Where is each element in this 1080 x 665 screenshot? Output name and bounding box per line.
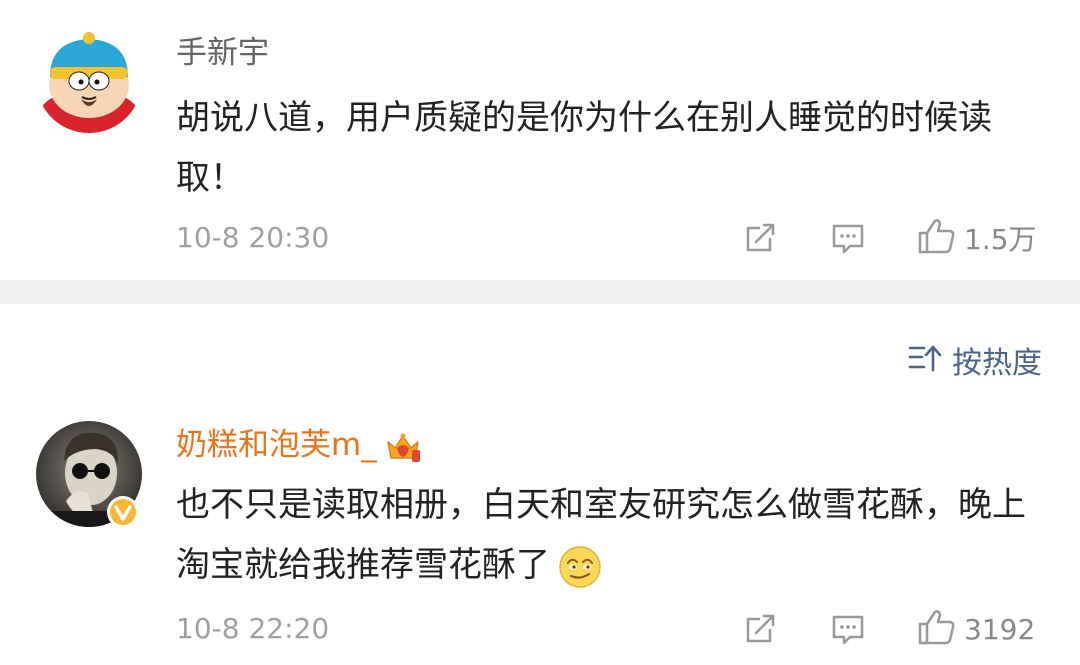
comment-item: 手新宇 胡说八道，用户质疑的是你为什么在别人睡觉的时候读取！ 10-8 20:3… [0, 0, 1080, 280]
cartman-avatar-icon [36, 27, 142, 133]
like-count: 3192 [964, 612, 1036, 646]
comment-item: 奶糕和泡芙m_ 也不只是读取相册，白天和室友研究怎么做雪花酥，晚上淘宝就给我推荐… [0, 405, 1080, 665]
comment-meta: 10-8 20:30 1.5万 [176, 218, 1044, 258]
smirk-emoji-icon [558, 545, 602, 589]
comment-icon[interactable] [830, 611, 866, 647]
timestamp: 10-8 22:20 [176, 612, 330, 645]
username[interactable]: 奶糕和泡芙m_ [176, 427, 377, 463]
user-avatar[interactable] [36, 27, 142, 133]
section-divider [0, 280, 1080, 304]
like-button[interactable]: 3192 [916, 609, 1035, 649]
like-button[interactable]: 1.5万 [916, 218, 1037, 258]
username-row: 奶糕和泡芙m_ [176, 425, 421, 465]
verified-v-icon [106, 495, 140, 529]
share-icon[interactable] [742, 220, 778, 256]
timestamp: 10-8 20:30 [176, 221, 330, 254]
thumbs-up-icon [916, 217, 956, 259]
username[interactable]: 手新宇 [176, 33, 269, 73]
comment-meta: 10-8 22:20 3192 [176, 609, 1044, 649]
sort-by-hot-button[interactable]: 按热度 [908, 340, 1042, 381]
like-count: 1.5万 [964, 223, 1037, 256]
comment-icon[interactable] [830, 220, 866, 256]
crown-badge-icon[interactable] [385, 430, 421, 464]
share-icon[interactable] [742, 611, 778, 647]
comment-text: 胡说八道，用户质疑的是你为什么在别人睡觉的时候读取！ [176, 98, 992, 198]
sort-icon [908, 343, 942, 377]
thumbs-up-icon [916, 608, 956, 650]
sort-label: 按热度 [952, 346, 1042, 381]
comment-text-row: 也不只是读取相册，白天和室友研究怎么做雪花酥，晚上淘宝就给我推荐雪花酥了 [176, 475, 1046, 595]
